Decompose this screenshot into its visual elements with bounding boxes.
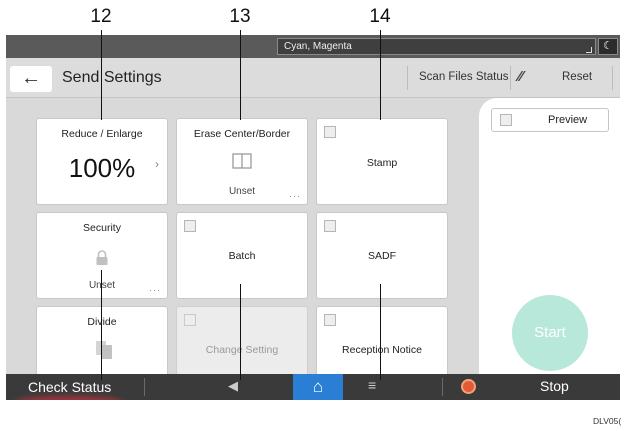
check-status-button[interactable]: Check Status [6,374,144,400]
erase-center-border-label: Erase Center/Border [193,128,291,140]
reduce-enlarge-tile[interactable]: Reduce / Enlarge 100% › [37,119,167,204]
figure-code: DLV05( [593,416,622,426]
security-value: Unset [88,280,116,291]
header-divider [510,66,511,90]
stop-icon[interactable] [461,379,476,394]
reduce-enlarge-label: Reduce / Enlarge [61,128,143,140]
status-strip: Cyan, Magenta ☾ [6,35,620,58]
security-label: Security [83,222,121,234]
erase-center-icon [232,153,252,169]
start-button[interactable]: Start [512,295,588,371]
divide-label: Divide [87,316,117,328]
header-divider [407,66,408,90]
header-divider [612,66,613,90]
leader-line-12 [101,30,102,120]
leader-line-16 [240,284,241,380]
resize-corner-icon [586,47,592,53]
callout-13: 13 [229,6,251,27]
back-button[interactable]: ← [10,66,52,92]
batch-tile[interactable]: Batch [177,213,307,298]
preview-checkbox[interactable] [500,114,512,126]
stop-button[interactable]: Stop [540,378,569,394]
leader-line-14 [380,30,381,120]
sadf-label: SADF [367,250,396,262]
chevron-right-icon: › [155,157,159,171]
callout-12: 12 [90,6,112,27]
reset-button[interactable]: Reset [562,71,592,83]
batch-checkbox[interactable] [184,220,196,232]
lock-icon [96,250,108,265]
leader-line-13 [240,30,241,120]
batch-label: Batch [228,250,256,262]
back-arrow-icon[interactable]: ◀ [228,378,238,394]
moon-icon[interactable]: ☾ [598,38,618,55]
erase-center-border-tile[interactable]: Erase Center/Border Unset ··· [177,119,307,204]
erase-center-border-value: Unset [228,186,256,197]
security-tile[interactable]: Security Unset ··· [37,213,167,298]
stamp-tile[interactable]: Stamp [317,119,447,204]
color-mode-text: Cyan, Magenta [284,41,352,52]
sadf-tile[interactable]: SADF [317,213,447,298]
check-status-label: Check Status [28,379,112,395]
bottom-bar: Check Status ◀ ⌂ ≡ Stop [6,374,620,400]
right-panel: Preview Start [479,98,620,374]
callout-14: 14 [369,6,391,27]
change-setting-label: Change Setting [205,344,279,356]
color-mode-field: Cyan, Magenta [277,38,596,55]
reduce-enlarge-value: 100% [68,153,136,183]
leader-line-15 [101,270,102,380]
header-bar: ← Send Settings Scan Files Status ⁄⁄ Res… [6,58,620,98]
change-setting-checkbox[interactable] [184,314,196,326]
bottom-divider [144,378,145,396]
bottom-divider [442,378,443,396]
device-screen: Cyan, Magenta ☾ ← Send Settings Scan Fil… [6,35,620,400]
preview-label: Preview [548,114,588,126]
reception-notice-label: Reception Notice [342,344,422,356]
sadf-checkbox[interactable] [324,220,336,232]
reset-icon[interactable]: ⁄⁄ [518,68,523,85]
page-title: Send Settings [62,69,162,86]
divide-pages-icon [96,341,112,359]
more-options-icon: ··· [289,191,301,201]
home-icon[interactable]: ⌂ [293,374,343,400]
preview-toggle[interactable]: Preview [491,108,609,132]
stamp-label: Stamp [366,157,398,169]
alert-glow [14,396,124,400]
scan-files-status-button[interactable]: Scan Files Status [419,71,508,83]
menu-icon[interactable]: ≡ [368,377,376,393]
stamp-checkbox[interactable] [324,126,336,138]
more-options-icon: ··· [149,285,161,295]
reception-notice-checkbox[interactable] [324,314,336,326]
leader-line-17 [380,284,381,380]
